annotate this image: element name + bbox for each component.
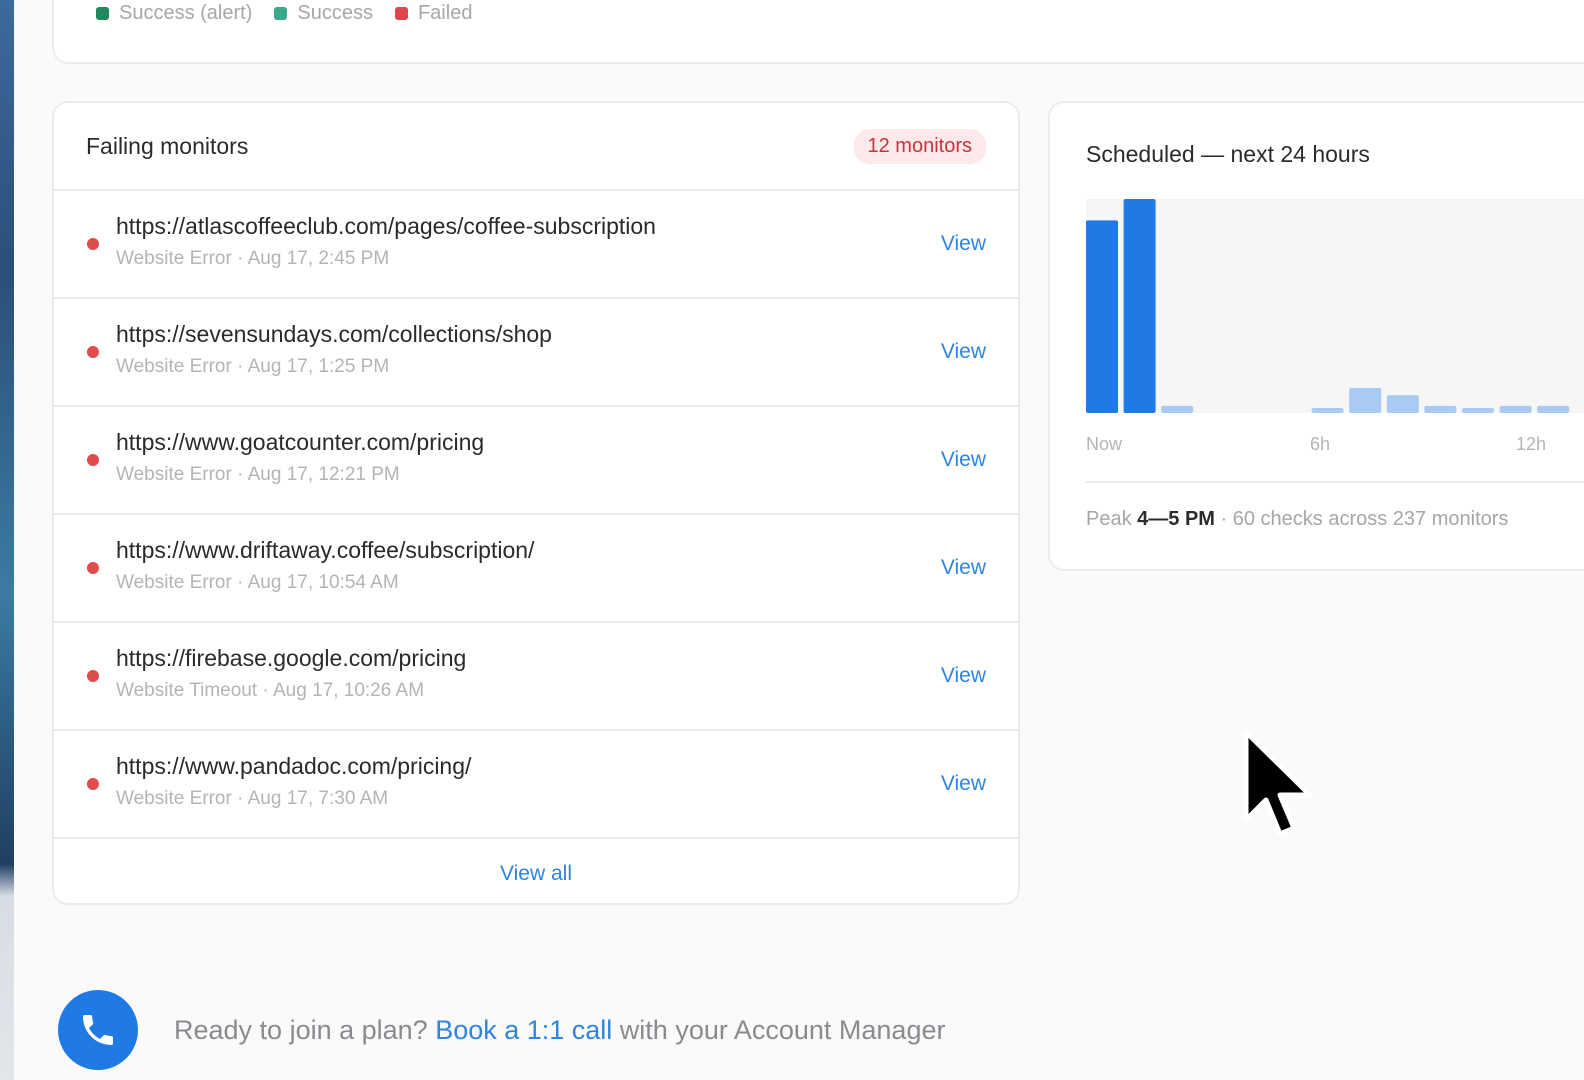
cta-prefix: Ready to join a plan? [174, 1014, 436, 1045]
legend-swatch [394, 7, 408, 20]
view-monitor-link[interactable]: View [941, 664, 986, 688]
legend-label: Success [297, 2, 373, 24]
view-all-link[interactable]: View all [54, 839, 1018, 903]
failed-status-dot [87, 778, 99, 790]
view-monitor-link[interactable]: View [941, 232, 986, 256]
mouse-cursor-icon [1243, 729, 1313, 837]
peak-window: 4—5 PM [1137, 508, 1215, 530]
chart-bar [1499, 405, 1532, 413]
monitor-info: https://atlascoffeeclub.com/pages/coffee… [116, 213, 656, 270]
status-chart-card: Success (alert) Success Failed [52, 0, 1584, 64]
cta-text: Ready to join a plan? Book a 1:1 call wi… [174, 1015, 945, 1046]
monitor-meta: Website Error · Aug 17, 7:30 AM [116, 788, 389, 809]
chart-bar [1349, 388, 1382, 413]
failed-status-dot [87, 670, 99, 682]
chart-bar [1462, 408, 1494, 413]
footer-suffix: · 60 checks across 237 monitors [1214, 508, 1509, 530]
failing-monitors-title: Failing monitors [86, 132, 249, 159]
monitor-meta: Website Error · Aug 17, 1:25 PM [116, 356, 390, 377]
monitor-url: https://www.goatcounter.com/pricing [116, 429, 485, 455]
legend-label: Success (alert) [119, 2, 253, 24]
failing-monitor-row: https://sevensundays.com/collections/sho… [54, 299, 1018, 407]
legend-item: Success (alert) [96, 2, 252, 25]
monitor-info: https://www.driftaway.coffee/subscriptio… [116, 537, 534, 594]
chart-bar [1123, 199, 1156, 413]
cta-suffix: with your Account Manager [612, 1014, 946, 1045]
chart-bar [1311, 408, 1344, 413]
chart-bar [1161, 405, 1194, 413]
monitor-meta: Website Error · Aug 17, 12:21 PM [116, 464, 400, 485]
legend-label: Failed [417, 2, 473, 24]
x-tick-label: 12h [1516, 434, 1546, 454]
monitor-url: https://www.pandadoc.com/pricing/ [116, 753, 472, 779]
chart-legend: Success (alert) Success Failed [96, 2, 472, 25]
monitor-url: https://www.driftaway.coffee/subscriptio… [116, 537, 535, 563]
failing-count-badge: 12 monitors [853, 128, 986, 164]
view-monitor-link[interactable]: View [941, 340, 986, 364]
scheduled-chart: Now 6h 12h [1086, 199, 1584, 454]
view-monitor-link[interactable]: View [941, 448, 986, 472]
legend-item: Success [274, 2, 373, 25]
failing-monitor-row: https://atlascoffeeclub.com/pages/coffee… [54, 191, 1018, 299]
legend-swatch [96, 7, 109, 20]
failing-monitor-row: https://www.goatcounter.com/pricing Websi… [54, 407, 1018, 515]
dashboard-page: Success (alert) Success Failed Failing mon… [14, 0, 1584, 1080]
monitor-url: https://firebase.google.com/pricing [116, 645, 467, 671]
window-edge [0, 0, 14, 1080]
phone-call-button[interactable] [58, 990, 138, 1070]
chart-plot-area [1086, 199, 1584, 413]
x-tick-label: 6h [1310, 434, 1330, 454]
scheduled-card: Scheduled — next 24 hours Now 6h 12h Peak … [1048, 101, 1584, 571]
monitor-info: https://www.goatcounter.com/pricing Websi… [116, 429, 484, 486]
phone-icon [83, 1015, 113, 1045]
failed-status-dot [87, 562, 99, 574]
legend-item: Failed [394, 2, 473, 25]
footer-prefix: Peak [1086, 508, 1138, 530]
chart-bar [1424, 405, 1457, 413]
monitor-meta: Website Error · Aug 17, 10:54 AM [116, 572, 399, 593]
monitor-info: https://sevensundays.com/collections/sho… [116, 321, 552, 378]
chart-bar [1537, 405, 1570, 413]
account-manager-cta: Ready to join a plan? Book a 1:1 call wi… [58, 990, 945, 1070]
failing-monitor-row: https://www.pandadoc.com/pricing/Website… [54, 731, 1018, 839]
scheduled-divider [1086, 481, 1584, 483]
x-tick-label: Now [1086, 434, 1123, 454]
monitor-meta: Website Timeout · Aug 17, 10:26 AM [116, 680, 425, 701]
view-monitor-link[interactable]: View [941, 772, 986, 796]
monitor-info: https://firebase.google.com/pricing Websi… [116, 645, 466, 702]
failing-monitor-row: https://www.driftaway.coffee/subscriptio… [54, 515, 1018, 623]
failing-monitors-list: https://atlascoffeeclub.com/pages/coffee… [54, 191, 1018, 839]
failing-monitors-card: Failing monitors 12 monitors https://atl… [52, 101, 1020, 905]
monitor-info: https://www.pandadoc.com/pricing/Website… [116, 753, 471, 810]
failed-status-dot [87, 454, 99, 466]
failed-status-dot [87, 346, 99, 358]
chart-bar [1386, 395, 1419, 413]
chart-bar [1086, 220, 1118, 413]
legend-swatch [274, 7, 288, 20]
monitor-meta: Website Error · Aug 17, 2:45 PM [116, 248, 390, 269]
monitor-url: https://atlascoffeeclub.com/pages/coffee… [116, 213, 656, 239]
book-call-link[interactable]: Book a 1:1 call [435, 1015, 612, 1045]
monitor-url: https://sevensundays.com/collections/sho… [116, 321, 552, 347]
scheduled-footer: Peak 4—5 PM · 60 checks across 237 monit… [1086, 508, 1508, 531]
view-monitor-link[interactable]: View [941, 556, 986, 580]
failed-status-dot [87, 238, 99, 250]
failing-monitor-row: https://firebase.google.com/pricing Websi… [54, 623, 1018, 731]
failing-monitors-header: Failing monitors 12 monitors [54, 103, 1018, 191]
